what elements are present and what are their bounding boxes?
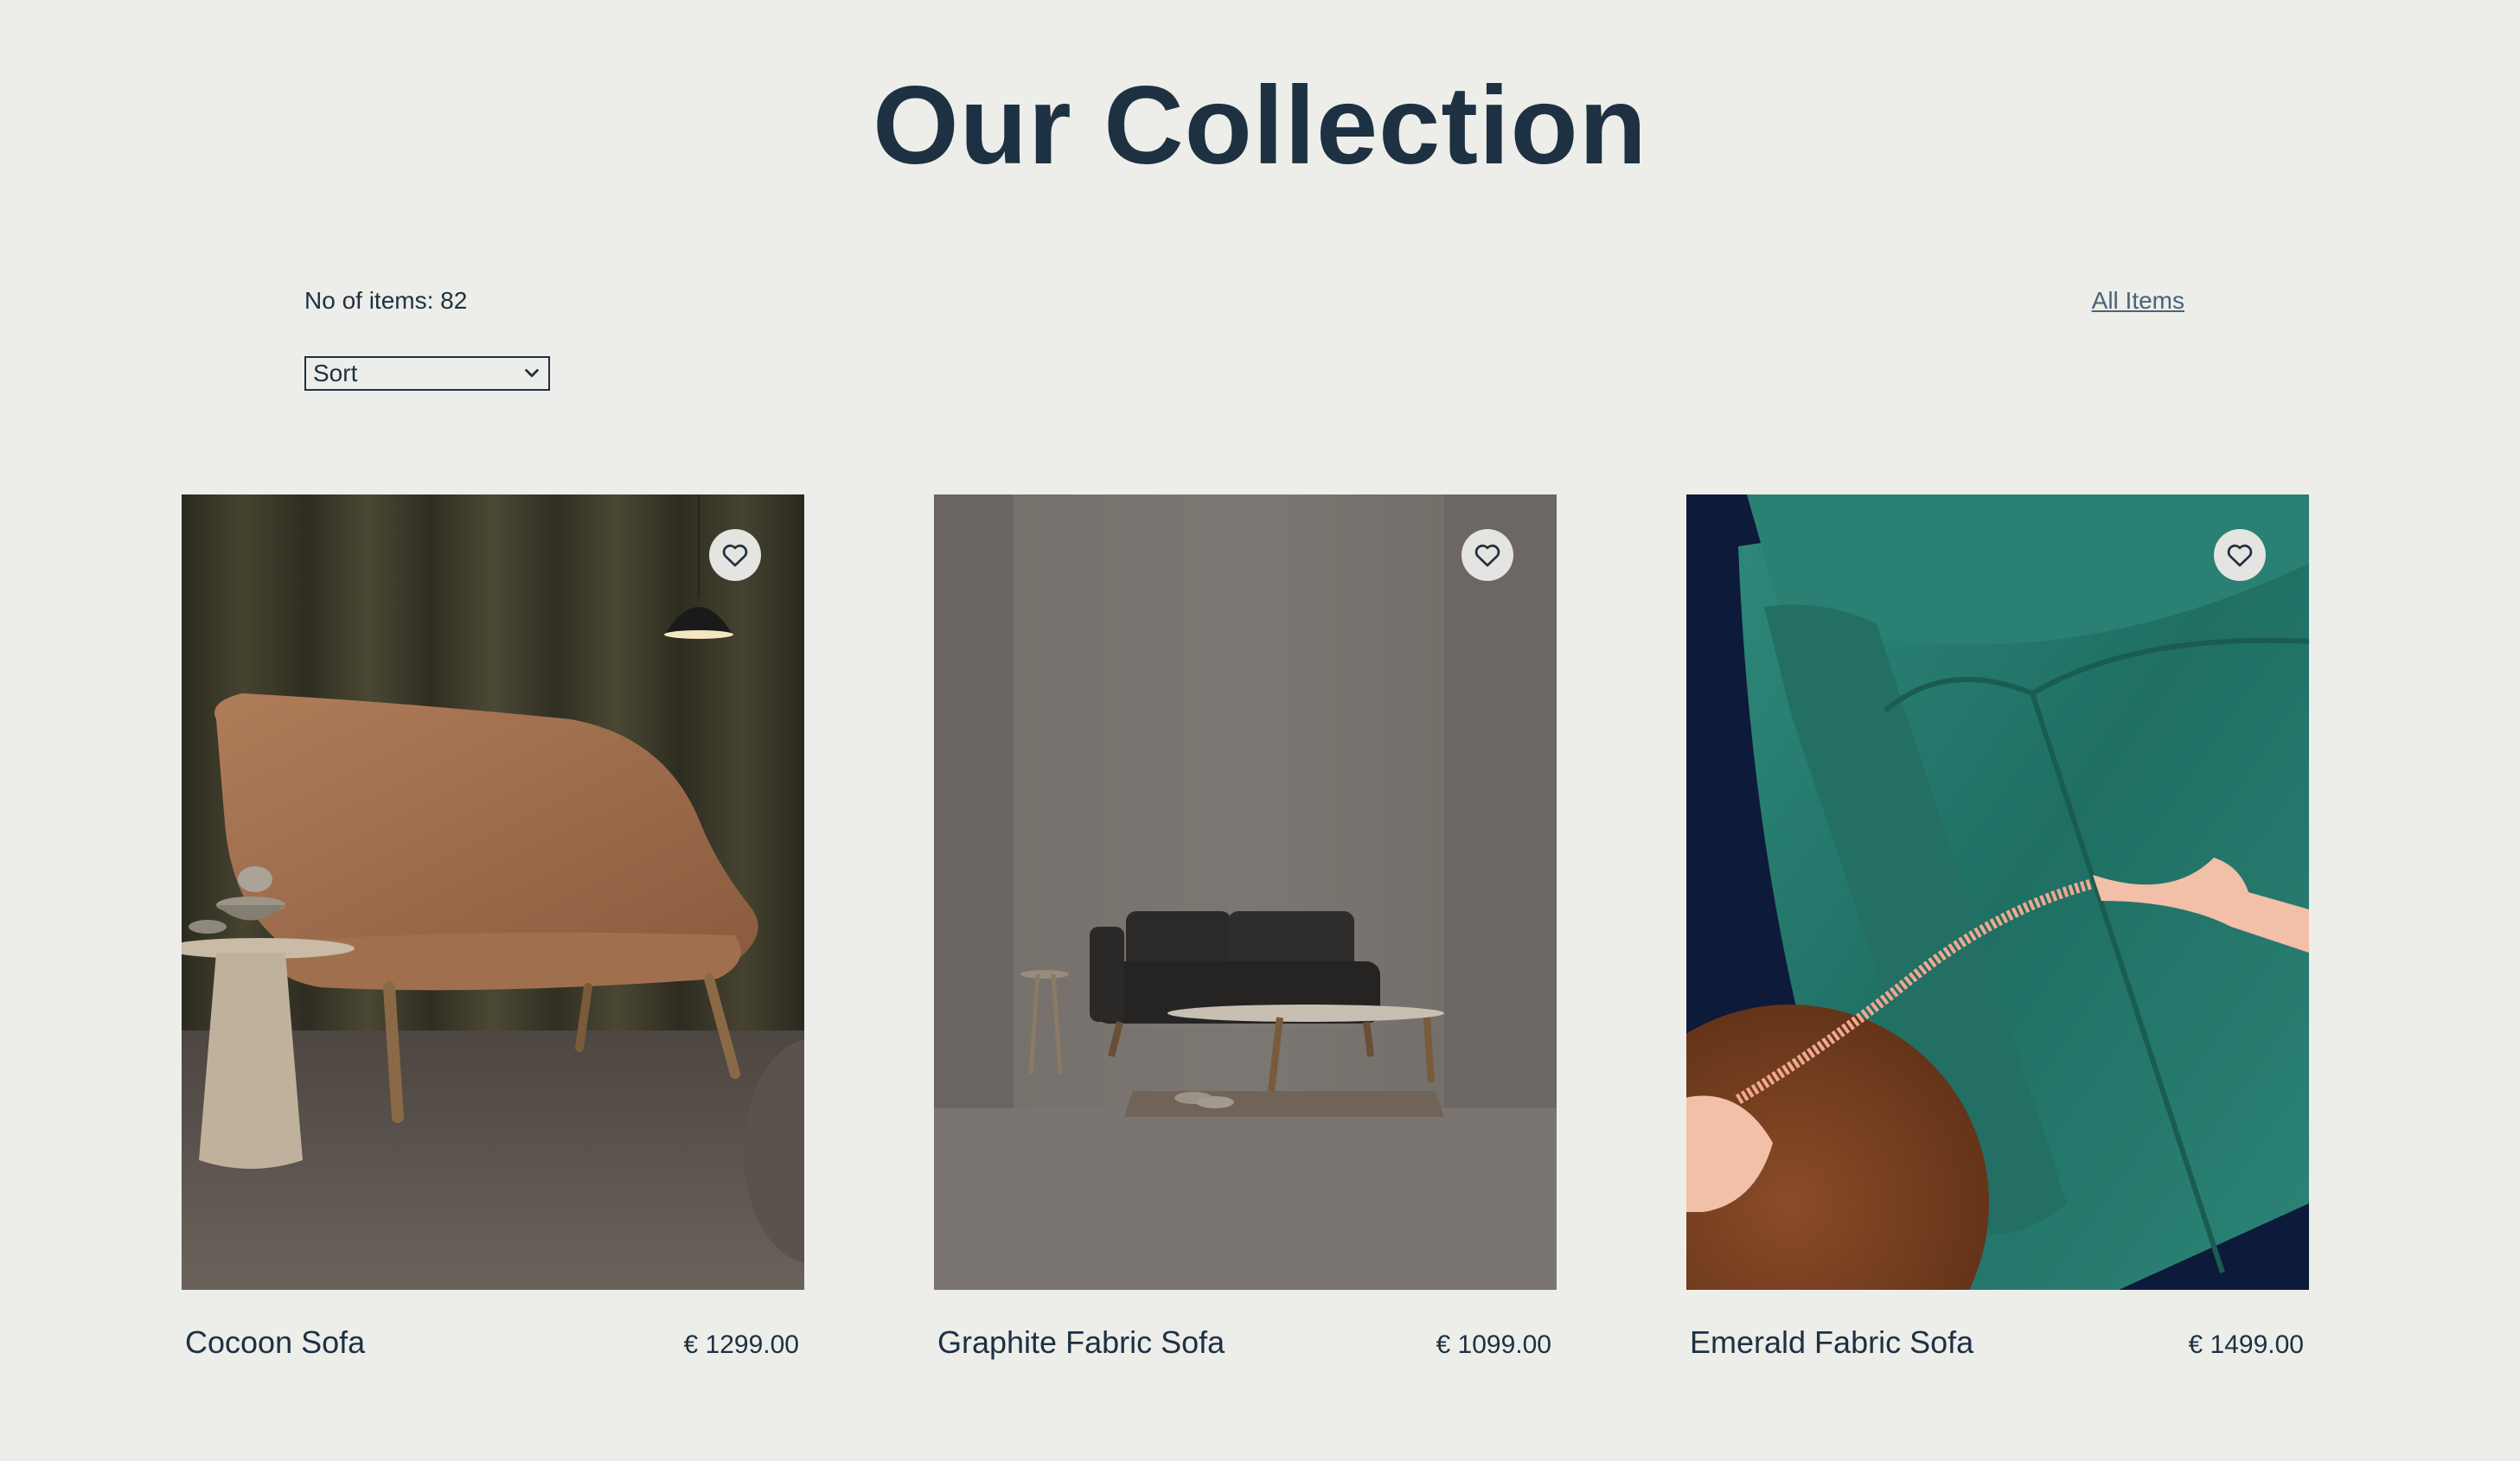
item-count: No of items: 82	[304, 287, 468, 314]
heart-outline-icon	[2227, 544, 2253, 567]
product-image[interactable]	[182, 494, 804, 1290]
sort-select[interactable]: Sort	[304, 356, 550, 391]
product-price: € 1099.00	[1436, 1330, 1551, 1359]
product-price: € 1499.00	[2188, 1330, 2304, 1359]
product-image[interactable]	[1686, 494, 2309, 1290]
product-card-graphite-fabric-sofa[interactable]: Graphite Fabric Sofa € 1099.00	[934, 494, 1557, 1361]
favorite-button[interactable]	[1461, 529, 1513, 581]
page-title: Our Collection	[873, 64, 1647, 188]
product-info: Graphite Fabric Sofa € 1099.00	[934, 1290, 1557, 1361]
product-info: Cocoon Sofa € 1299.00	[182, 1290, 804, 1361]
product-name[interactable]: Graphite Fabric Sofa	[937, 1324, 1225, 1361]
product-image[interactable]	[934, 494, 1557, 1290]
cocoon-sofa-image	[182, 494, 804, 1290]
product-card-cocoon-sofa[interactable]: Cocoon Sofa € 1299.00	[182, 494, 804, 1361]
collection-page: Our Collection No of items: 82 All Items…	[0, 0, 2520, 1461]
product-info: Emerald Fabric Sofa € 1499.00	[1686, 1290, 2309, 1361]
heart-outline-icon	[1474, 544, 1500, 567]
favorite-button[interactable]	[709, 529, 761, 581]
heart-outline-icon	[722, 544, 748, 567]
product-card-emerald-fabric-sofa[interactable]: Emerald Fabric Sofa € 1499.00	[1686, 494, 2309, 1361]
product-price: € 1299.00	[683, 1330, 799, 1359]
graphite-sofa-image	[934, 494, 1557, 1290]
product-name[interactable]: Emerald Fabric Sofa	[1690, 1324, 1973, 1361]
emerald-sofa-image	[1686, 494, 2309, 1290]
all-items-link[interactable]: All Items	[2092, 287, 2184, 315]
favorite-button[interactable]	[2214, 529, 2266, 581]
product-name[interactable]: Cocoon Sofa	[185, 1324, 365, 1361]
chevron-down-icon	[525, 368, 539, 378]
sort-selected-value: Sort	[313, 360, 358, 386]
